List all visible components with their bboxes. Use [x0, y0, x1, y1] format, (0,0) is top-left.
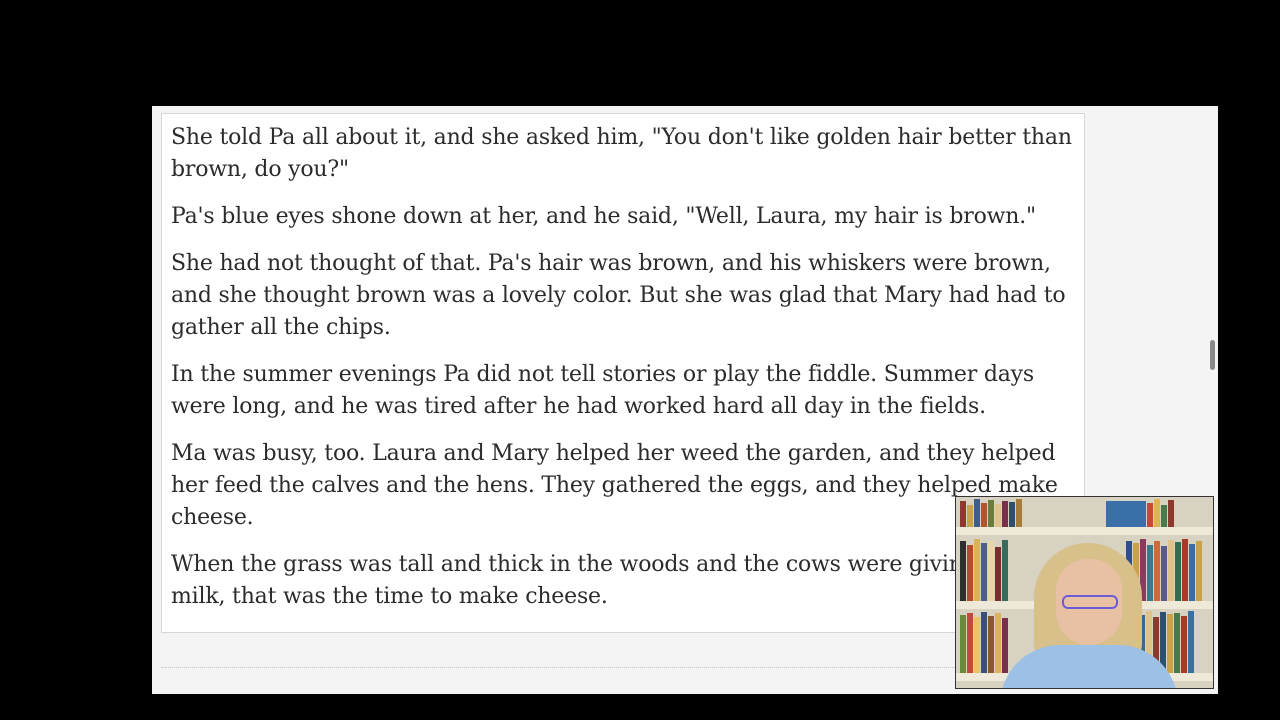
paragraph-1: She told Pa all about it, and she asked …: [171, 125, 1079, 182]
presenter-webcam: [955, 496, 1214, 689]
paragraph-2: Pa's blue eyes shone down at her, and he…: [171, 204, 1036, 229]
books-row: [960, 611, 1009, 673]
scrollbar-thumb[interactable]: [1210, 340, 1215, 370]
paragraph-3: She had not thought of that. Pa's hair w…: [171, 251, 1073, 340]
document-page: She told Pa all about it, and she asked …: [161, 113, 1085, 633]
books-row: [960, 499, 1023, 527]
paragraph-5: Ma was busy, too. Laura and Mary helped …: [171, 441, 1065, 530]
books-row: [1106, 499, 1175, 527]
books-row: [960, 537, 1009, 601]
shelf-board: [956, 527, 1213, 535]
paragraph-6: When the grass was tall and thick in the…: [171, 552, 1051, 609]
page-separator: [161, 667, 1085, 668]
paragraph-4: In the summer evenings Pa did not tell s…: [171, 362, 1041, 419]
glasses-icon: [1062, 595, 1118, 609]
video-frame: She told Pa all about it, and she asked …: [0, 0, 1280, 720]
